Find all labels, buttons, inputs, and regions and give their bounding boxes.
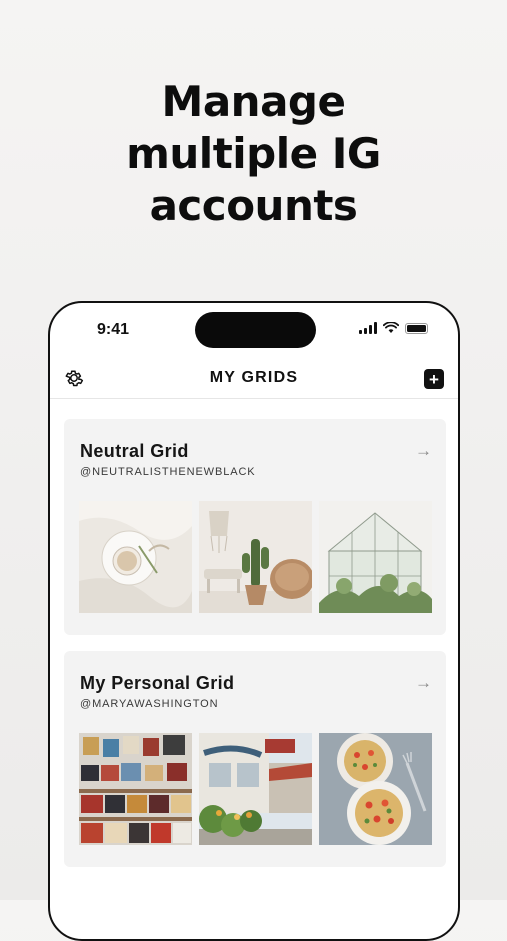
- wifi-icon: [383, 322, 399, 333]
- status-time: 9:41: [97, 321, 130, 338]
- street-cafe-with-flowers-photo[interactable]: [199, 733, 312, 845]
- grid-title: My Personal Grid: [80, 673, 235, 693]
- grid-thumbnails: [79, 733, 432, 845]
- battery-icon: [405, 322, 428, 334]
- grid-card-neutral[interactable]: Neutral Grid @NEUTRALISTHENEWBLACK →: [64, 419, 446, 635]
- headline-line-3: accounts: [149, 181, 358, 230]
- grid-handle: @NEUTRALISTHENEWBLACK: [80, 466, 256, 478]
- glass-greenhouse-photo[interactable]: [319, 501, 432, 613]
- page-title: MY GRIDS: [209, 369, 299, 386]
- add-grid-button[interactable]: +: [424, 369, 444, 389]
- grid-title: Neutral Grid: [80, 441, 189, 461]
- cactus-and-rattan-chair-photo[interactable]: [199, 501, 312, 613]
- grid-handle: @MARYAWASHINGTON: [80, 698, 219, 710]
- nav-bar: MY GRIDS +: [50, 359, 458, 399]
- white-bedding-with-plate-photo[interactable]: [79, 501, 192, 613]
- signal-icon: [359, 322, 377, 334]
- grid-card-personal[interactable]: My Personal Grid @MARYAWASHINGTON →: [64, 651, 446, 867]
- grid-thumbnails: [79, 501, 432, 613]
- phone-frame: 9:41 MY GRIDS + Neutral Grid @NEUTRALIST…: [48, 301, 460, 941]
- arrow-right-icon[interactable]: →: [415, 673, 432, 693]
- headline-line-2: multiple IG: [126, 129, 381, 178]
- headline-line-1: Manage: [161, 77, 346, 126]
- dynamic-island: [195, 312, 316, 348]
- plus-icon: +: [429, 369, 439, 389]
- pasta-bowls-photo[interactable]: [319, 733, 432, 845]
- arrow-right-icon[interactable]: →: [415, 441, 432, 461]
- status-icons: [359, 322, 428, 334]
- vinyl-record-wall-photo[interactable]: [79, 733, 192, 845]
- status-bar: 9:41: [50, 303, 458, 355]
- headline: Manage multiple IG accounts: [0, 76, 507, 232]
